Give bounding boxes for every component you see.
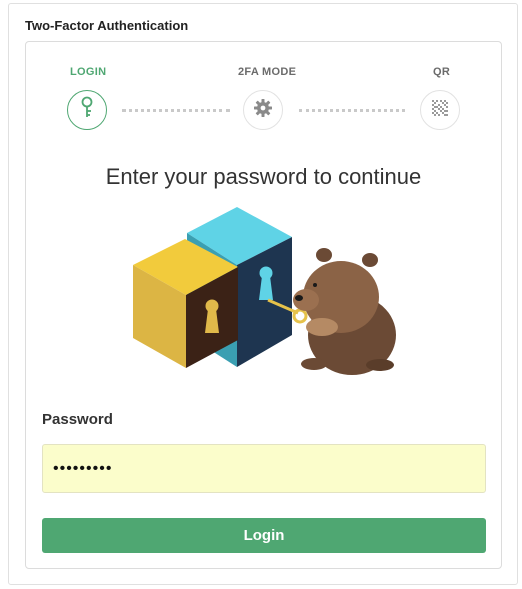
panel-title: Two-Factor Authentication	[25, 18, 189, 33]
wombat-illustration	[128, 205, 403, 385]
login-button[interactable]: Login	[42, 518, 486, 553]
step-qr[interactable]	[420, 90, 460, 130]
step-label-2fa-mode: 2FA MODE	[238, 66, 297, 78]
gear-icon	[253, 98, 273, 123]
password-input[interactable]	[42, 444, 486, 493]
step-login[interactable]	[67, 90, 107, 130]
page-heading: Enter your password to continue	[105, 164, 422, 189]
step-connector	[299, 109, 405, 112]
step-connector	[122, 109, 230, 112]
key-icon	[78, 96, 96, 125]
step-label-login: LOGIN	[70, 66, 107, 78]
qr-code-icon	[431, 99, 449, 122]
password-label: Password	[42, 411, 113, 428]
step-label-qr: QR	[433, 66, 451, 78]
step-2fa-mode[interactable]	[243, 90, 283, 130]
